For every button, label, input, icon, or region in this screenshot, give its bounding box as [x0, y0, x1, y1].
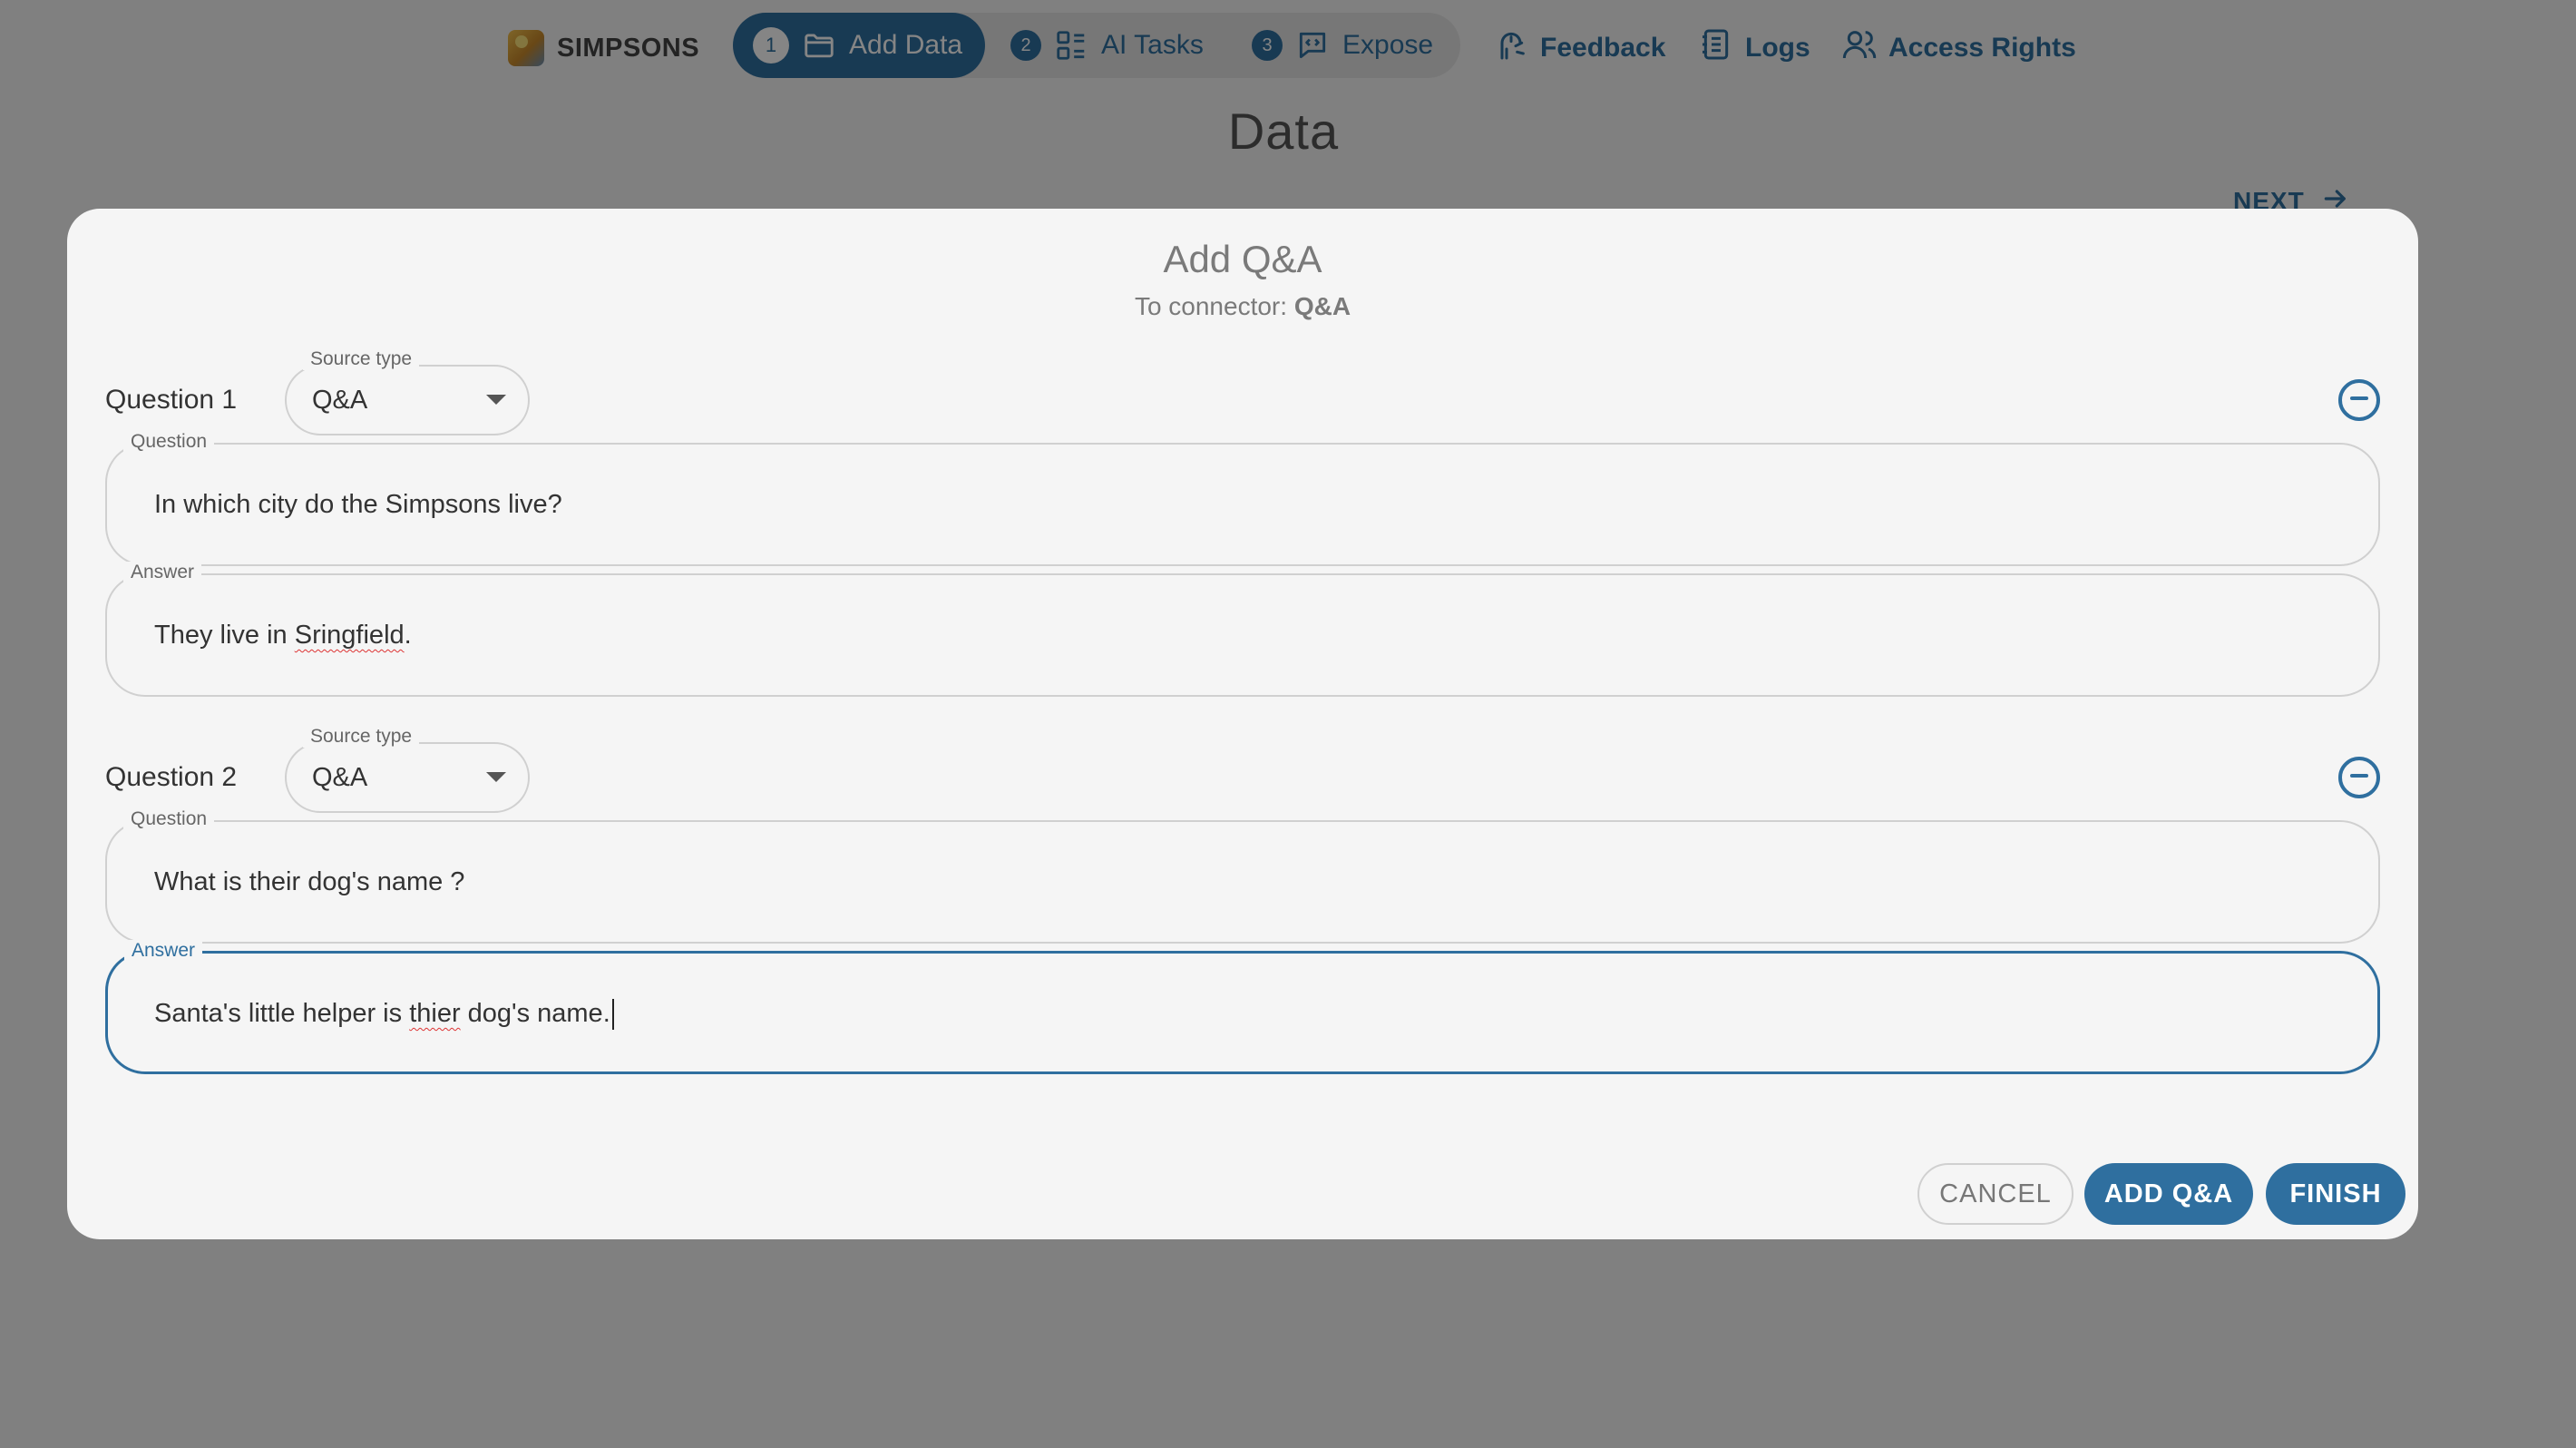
caret-down-icon: [486, 772, 506, 782]
add-qa-button[interactable]: ADD Q&A: [2084, 1163, 2253, 1225]
source-type-select[interactable]: Source type Q&A: [285, 726, 530, 813]
answer-value: Santa's little helper is thier dog's nam…: [154, 954, 614, 1073]
question-field[interactable]: Question What is their dog's name ?: [105, 808, 2380, 944]
question-field[interactable]: Question In which city do the Simpsons l…: [105, 431, 2380, 566]
cancel-button[interactable]: CANCEL: [1917, 1163, 2073, 1225]
misspelled-word: Sringfield: [294, 621, 405, 650]
answer-text-end: .: [404, 621, 412, 650]
source-type-value: Q&A: [312, 386, 368, 415]
answer-value: They live in Sringfield.: [154, 575, 412, 695]
answer-field[interactable]: Answer They live in Sringfield.: [105, 562, 2380, 697]
dialog-subtitle: To connector: Q&A: [67, 292, 2418, 321]
source-type-select[interactable]: Source type Q&A: [285, 348, 530, 435]
question-number-label: Question 1: [105, 385, 238, 415]
answer-text: Santa's little helper is: [154, 999, 410, 1028]
text-cursor: [611, 999, 614, 1031]
answer-text-end: dog's name.: [460, 999, 610, 1028]
question-number-label: Question 2: [105, 762, 238, 792]
dialog-title: Add Q&A: [1163, 238, 1322, 280]
answer-text: They live in: [154, 621, 295, 650]
add-qa-dialog: Add Q&A To connector: Q&A Question 1 Sou…: [67, 209, 2418, 1239]
question-value: In which city do the Simpsons live?: [154, 490, 562, 519]
subtitle-prefix: To connector:: [1134, 292, 1294, 320]
connector-name: Q&A: [1293, 292, 1351, 320]
answer-field[interactable]: Answer Santa's little helper is thier do…: [105, 940, 2380, 1074]
misspelled-word: thier: [409, 999, 461, 1028]
finish-button[interactable]: FINISH: [2266, 1163, 2405, 1225]
question-value: What is their dog's name ?: [154, 867, 465, 896]
remove-question-icon[interactable]: [2338, 757, 2380, 798]
caret-down-icon: [486, 395, 506, 405]
source-type-value: Q&A: [312, 763, 368, 792]
remove-question-icon[interactable]: [2338, 379, 2380, 421]
